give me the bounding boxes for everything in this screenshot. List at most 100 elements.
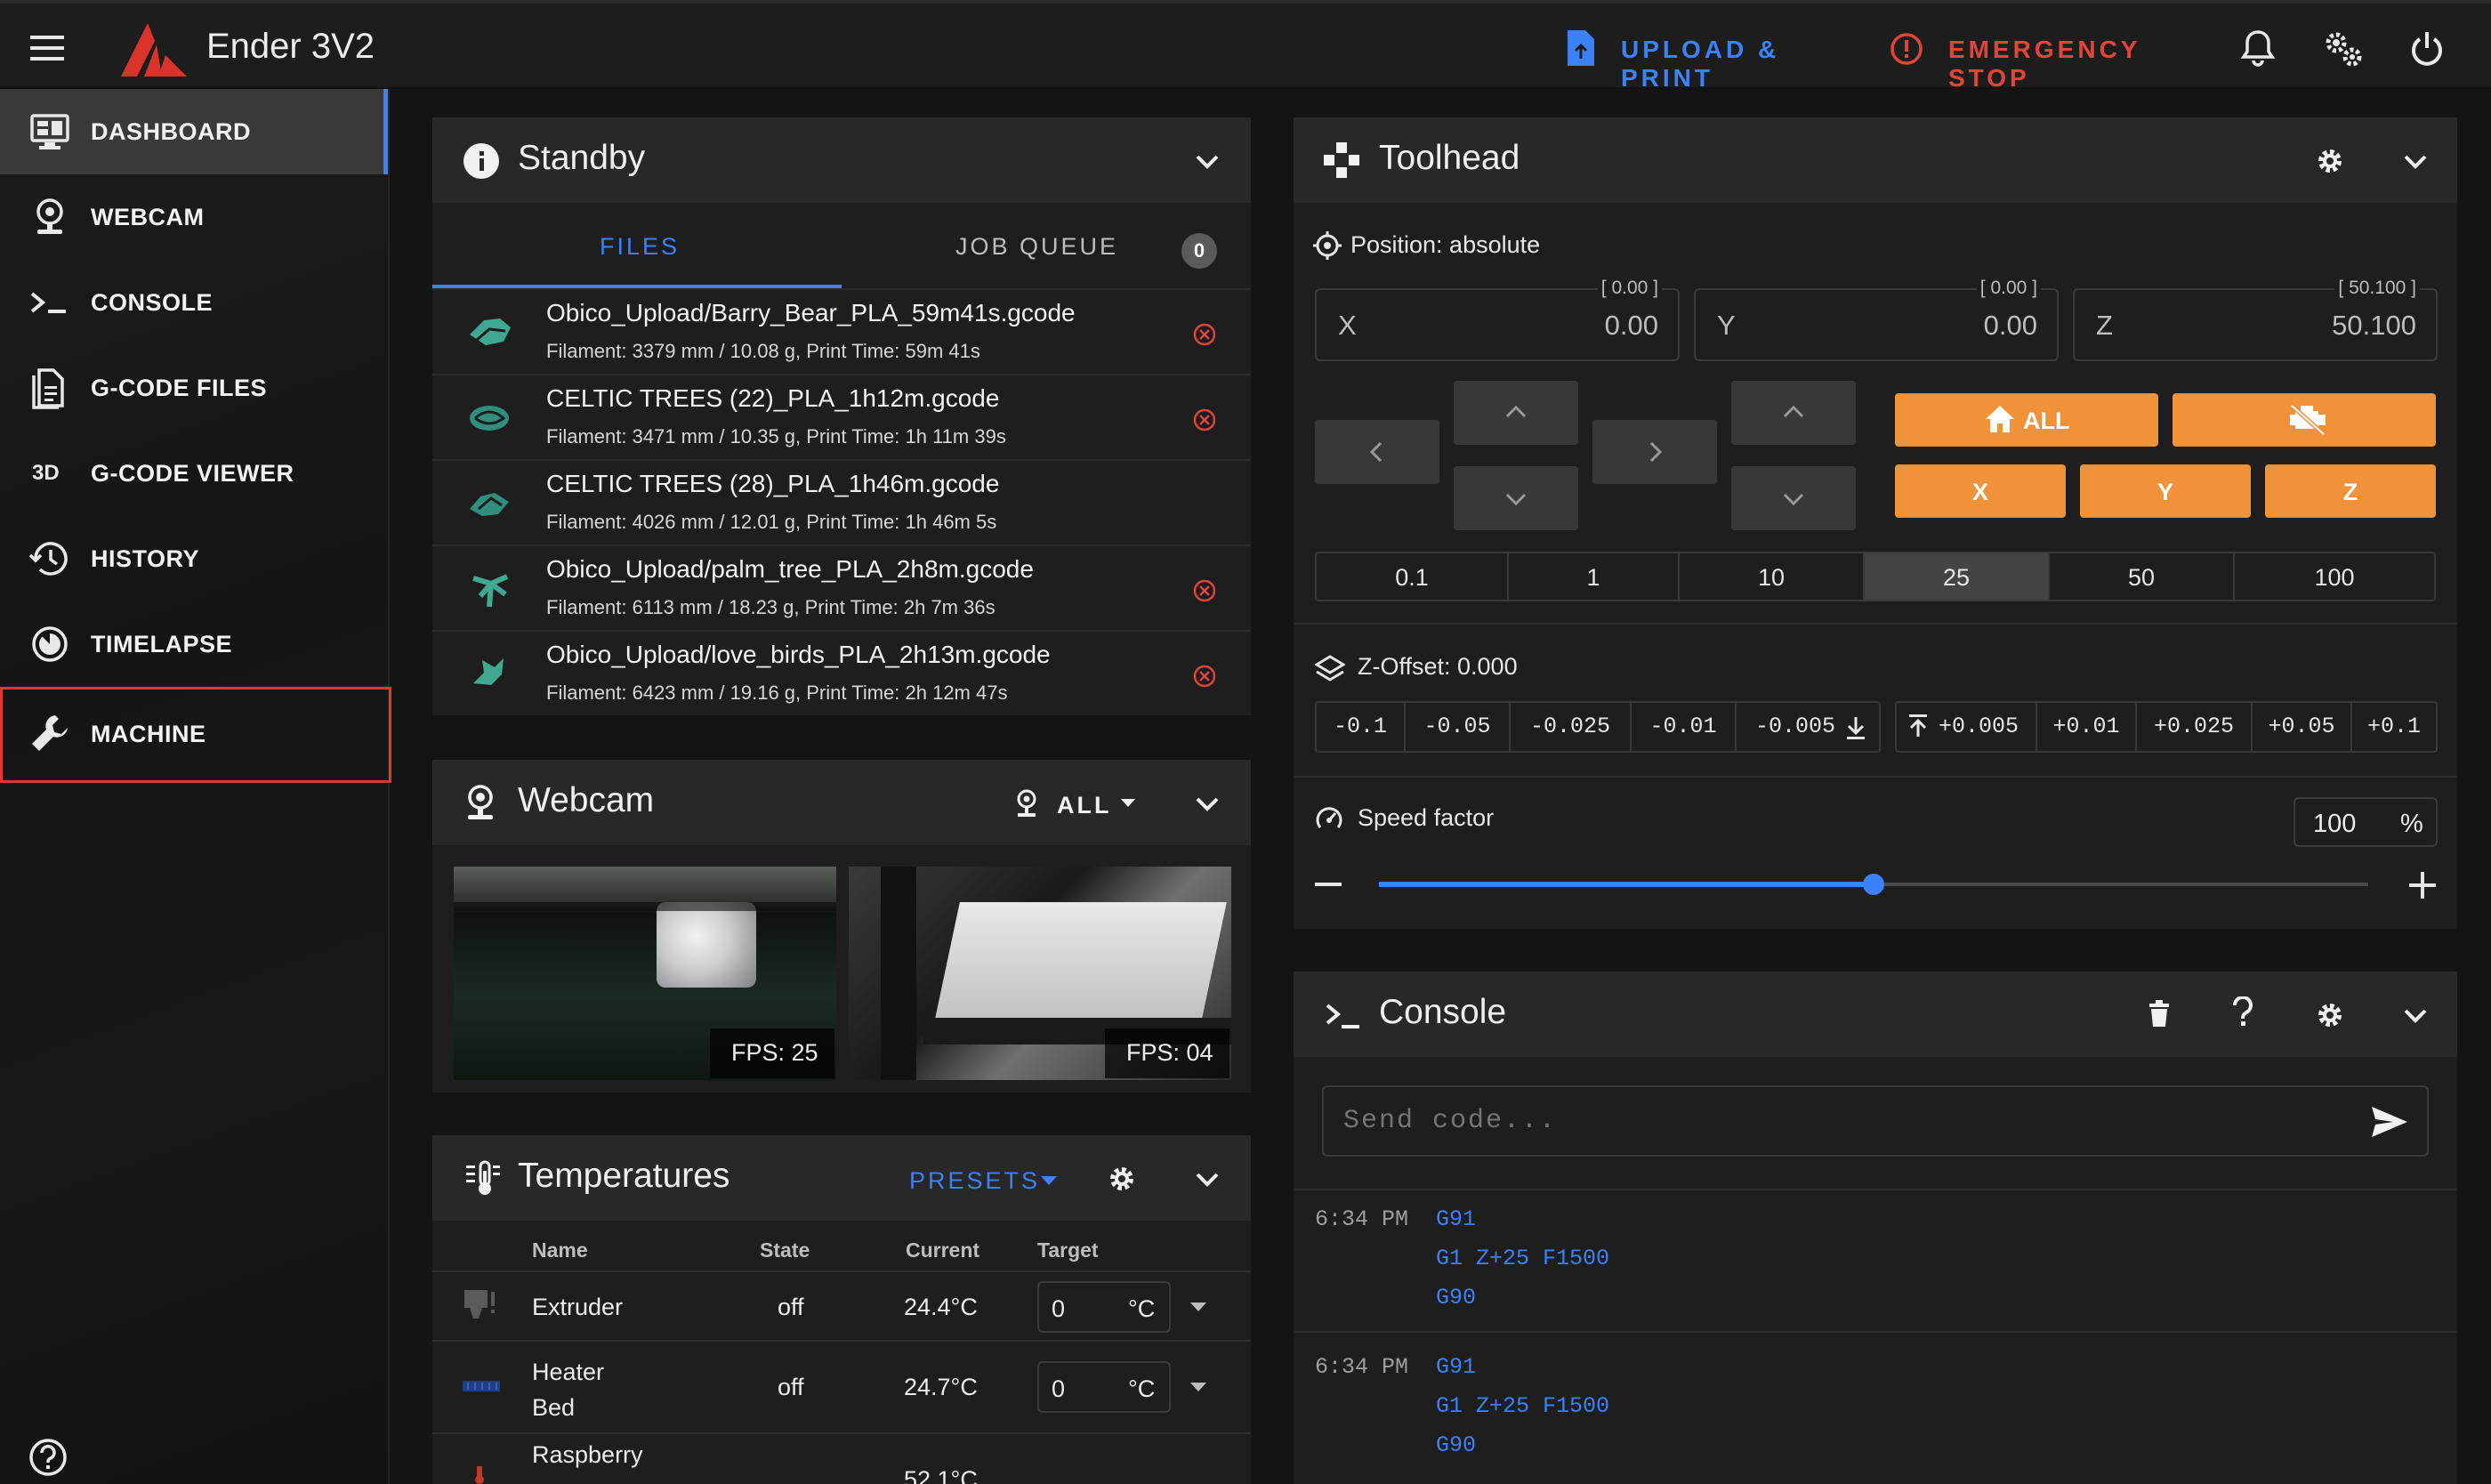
motors-off-button[interactable] [2173, 393, 2436, 447]
sidebar-item-label: HISTORY [91, 545, 200, 572]
gear-icon[interactable] [1107, 1164, 1137, 1194]
help-circle-icon[interactable] [28, 1438, 68, 1477]
z-offset-down-button[interactable]: -0.005 [1737, 703, 1879, 751]
console-line: G91 [1436, 1206, 1477, 1232]
file-list-item[interactable]: Obico_Upload/palm_tree_PLA_2h8m.gcode Fi… [432, 544, 1251, 630]
step-option[interactable]: 100 [2235, 553, 2434, 600]
sidebar-item-console[interactable]: CONSOLE [0, 260, 388, 345]
power-icon[interactable] [2409, 30, 2445, 68]
monitor-dashboard-icon [28, 110, 71, 153]
webcam-feed-1[interactable]: FPS: 25 [454, 867, 836, 1080]
minus-icon[interactable] [1315, 883, 1342, 888]
file-list-item[interactable]: Obico_Upload/love_birds_PLA_2h13m.gcode … [432, 630, 1251, 715]
home-all-label: ALL [2023, 407, 2070, 434]
sidebar-item-history[interactable]: HISTORY [0, 516, 388, 601]
speed-factor-input[interactable]: 100 % [2293, 797, 2438, 847]
sidebar-item-timelapse[interactable]: TIMELAPSE [0, 601, 388, 687]
step-option-selected[interactable]: 25 [1865, 553, 2050, 600]
menu-icon[interactable] [30, 34, 66, 62]
tab-files[interactable]: FILES [432, 203, 842, 288]
slider-thumb[interactable] [1863, 874, 1884, 895]
caret-down-icon[interactable] [1190, 1303, 1206, 1311]
z-offset-up-button[interactable]: +0.025 [2137, 703, 2253, 751]
printed-object-image [657, 902, 756, 988]
chevron-down-icon[interactable] [1194, 790, 1221, 817]
file-list-item[interactable]: Obico_Upload/Barry_Bear_PLA_59m41s.gcode… [432, 288, 1251, 374]
sidebar-item-label: G-CODE FILES [91, 375, 268, 401]
jog-y-plus-button[interactable] [1454, 381, 1578, 445]
z-offset-value: +0.1 [2366, 714, 2421, 739]
sidebar-item-gcode-viewer[interactable]: 3D G-CODE VIEWER [0, 431, 388, 516]
bed-target-input[interactable]: 0 °C [1037, 1361, 1171, 1413]
step-option[interactable]: 1 [1509, 553, 1680, 600]
z-position-field[interactable]: [ 50.100 ] Z 50.100 [2073, 278, 2438, 361]
section-divider [1294, 1189, 2457, 1190]
caret-down-icon[interactable] [1190, 1383, 1206, 1391]
trash-icon[interactable] [2148, 1000, 2171, 1028]
speed-slider[interactable] [1379, 874, 2368, 895]
z-offset-up-button[interactable]: +0.05 [2253, 703, 2352, 751]
x-position-field[interactable]: [ 0.00 ] X 0.00 [1315, 278, 1680, 361]
presets-dropdown[interactable]: PRESETS [909, 1160, 1084, 1199]
chevron-down-icon[interactable] [2402, 1002, 2429, 1028]
z-offset-up-button[interactable]: +0.1 [2352, 703, 2436, 751]
home-x-button[interactable]: X [1895, 464, 2066, 518]
jog-x-plus-button[interactable] [1592, 420, 1717, 484]
settings-cogs-icon[interactable] [2322, 28, 2365, 69]
extruder-icon [461, 1288, 502, 1326]
z-offset-down-button[interactable]: -0.1 [1317, 703, 1406, 751]
bell-icon[interactable] [2240, 28, 2276, 68]
table-header: Name State Current Target [432, 1221, 1251, 1272]
home-x-label: X [1971, 479, 1988, 505]
webcam-feed-2[interactable]: FPS: 04 [849, 867, 1231, 1080]
chevron-down-icon[interactable] [2402, 148, 2429, 174]
plus-icon[interactable] [2409, 872, 2436, 899]
upload-print-button[interactable]: UPLOAD & PRINT [1566, 25, 1850, 92]
sidebar-item-machine[interactable]: MACHINE [0, 687, 391, 783]
jog-z-plus-button[interactable] [1731, 381, 1856, 445]
caret-down-icon [1041, 1176, 1057, 1185]
sidebar-item-dashboard[interactable]: DASHBOARD [0, 89, 388, 174]
remove-circle-icon[interactable] [1192, 578, 1217, 603]
z-offset-up-button[interactable]: +0.005 [1897, 703, 2037, 751]
gear-icon[interactable] [2315, 1000, 2345, 1030]
nozzle-shadow [454, 902, 836, 911]
remove-circle-icon[interactable] [1192, 664, 1217, 689]
webcam-filter-dropdown[interactable]: ALL [1014, 785, 1139, 824]
jog-x-minus-button[interactable] [1315, 420, 1439, 484]
gear-icon[interactable] [2315, 146, 2345, 176]
chevron-down-icon[interactable] [1194, 148, 1221, 174]
timelapse-icon [28, 623, 71, 665]
file-name: CELTIC TREES (22)_PLA_1h12m.gcode [546, 384, 1000, 412]
home-all-button[interactable]: ALL [1895, 393, 2158, 447]
table-row: Heater Bed off 24.7°C 0 °C [432, 1342, 1251, 1434]
tab-job-queue[interactable]: JOB QUEUE 0 [842, 203, 1251, 288]
z-offset-down-button[interactable]: -0.05 [1406, 703, 1511, 751]
step-option[interactable]: 10 [1680, 553, 1865, 600]
send-code-field[interactable] [1343, 1103, 2322, 1139]
temp-name: Heater Bed [532, 1359, 605, 1421]
sidebar-item-gcode-files[interactable]: G-CODE FILES [0, 345, 388, 431]
z-offset-down-button[interactable]: -0.01 [1632, 703, 1737, 751]
home-y-button[interactable]: Y [2080, 464, 2251, 518]
z-offset-value: +0.05 [2268, 714, 2335, 739]
help-icon[interactable] [2231, 996, 2254, 1028]
z-offset-up-button[interactable]: +0.01 [2037, 703, 2137, 751]
remove-circle-icon[interactable] [1192, 407, 1217, 432]
emergency-stop-button[interactable]: EMERGENCY STOP [1890, 25, 2201, 92]
step-option[interactable]: 0.1 [1317, 553, 1509, 600]
home-z-button[interactable]: Z [2265, 464, 2436, 518]
y-position-field[interactable]: [ 0.00 ] Y 0.00 [1694, 278, 2059, 361]
sidebar-item-webcam[interactable]: WEBCAM [0, 174, 388, 260]
step-option[interactable]: 50 [2050, 553, 2235, 600]
chevron-down-icon[interactable] [1194, 1165, 1221, 1192]
send-code-input[interactable] [1322, 1085, 2429, 1157]
send-icon[interactable] [2370, 1105, 2409, 1139]
remove-circle-icon[interactable] [1192, 322, 1217, 347]
file-list-item[interactable]: CELTIC TREES (28)_PLA_1h46m.gcode Filame… [432, 459, 1251, 544]
file-list-item[interactable]: CELTIC TREES (22)_PLA_1h12m.gcode Filame… [432, 374, 1251, 459]
extruder-target-input[interactable]: 0 °C [1037, 1281, 1171, 1333]
jog-y-minus-button[interactable] [1454, 466, 1578, 530]
jog-z-minus-button[interactable] [1731, 466, 1856, 530]
z-offset-down-button[interactable]: -0.025 [1511, 703, 1632, 751]
